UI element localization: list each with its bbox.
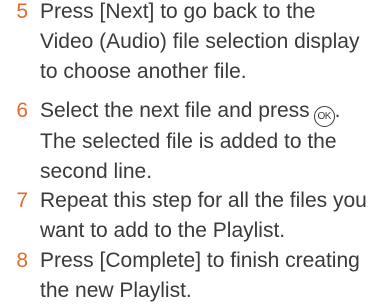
step-6: 6 Select the next file and press OK. The … <box>0 96 370 187</box>
step-8: 8 Press [Complete] to finish creating th… <box>0 246 370 306</box>
step-text: Repeat this step for all the files you w… <box>40 189 367 242</box>
step-text-before-icon: Select the next file and press <box>40 99 310 122</box>
step-number: 7 <box>16 189 28 212</box>
step-text: Press [Complete] to finish creating the … <box>40 249 360 302</box>
step-number: 5 <box>16 0 28 23</box>
step-number: 8 <box>16 249 28 272</box>
step-text: Select the next file and press OK. The se… <box>40 96 370 187</box>
instruction-steps: 5 Press [Next] to go back to the Video (… <box>0 0 370 302</box>
step-5: 5 Press [Next] to go back to the Video (… <box>0 0 370 87</box>
step-7: 7 Repeat this step for all the files you… <box>0 186 370 246</box>
ok-button-icon: OK <box>313 106 335 127</box>
step-text: Press [Next] to go back to the Video (Au… <box>40 0 360 83</box>
step-number: 6 <box>16 99 28 122</box>
